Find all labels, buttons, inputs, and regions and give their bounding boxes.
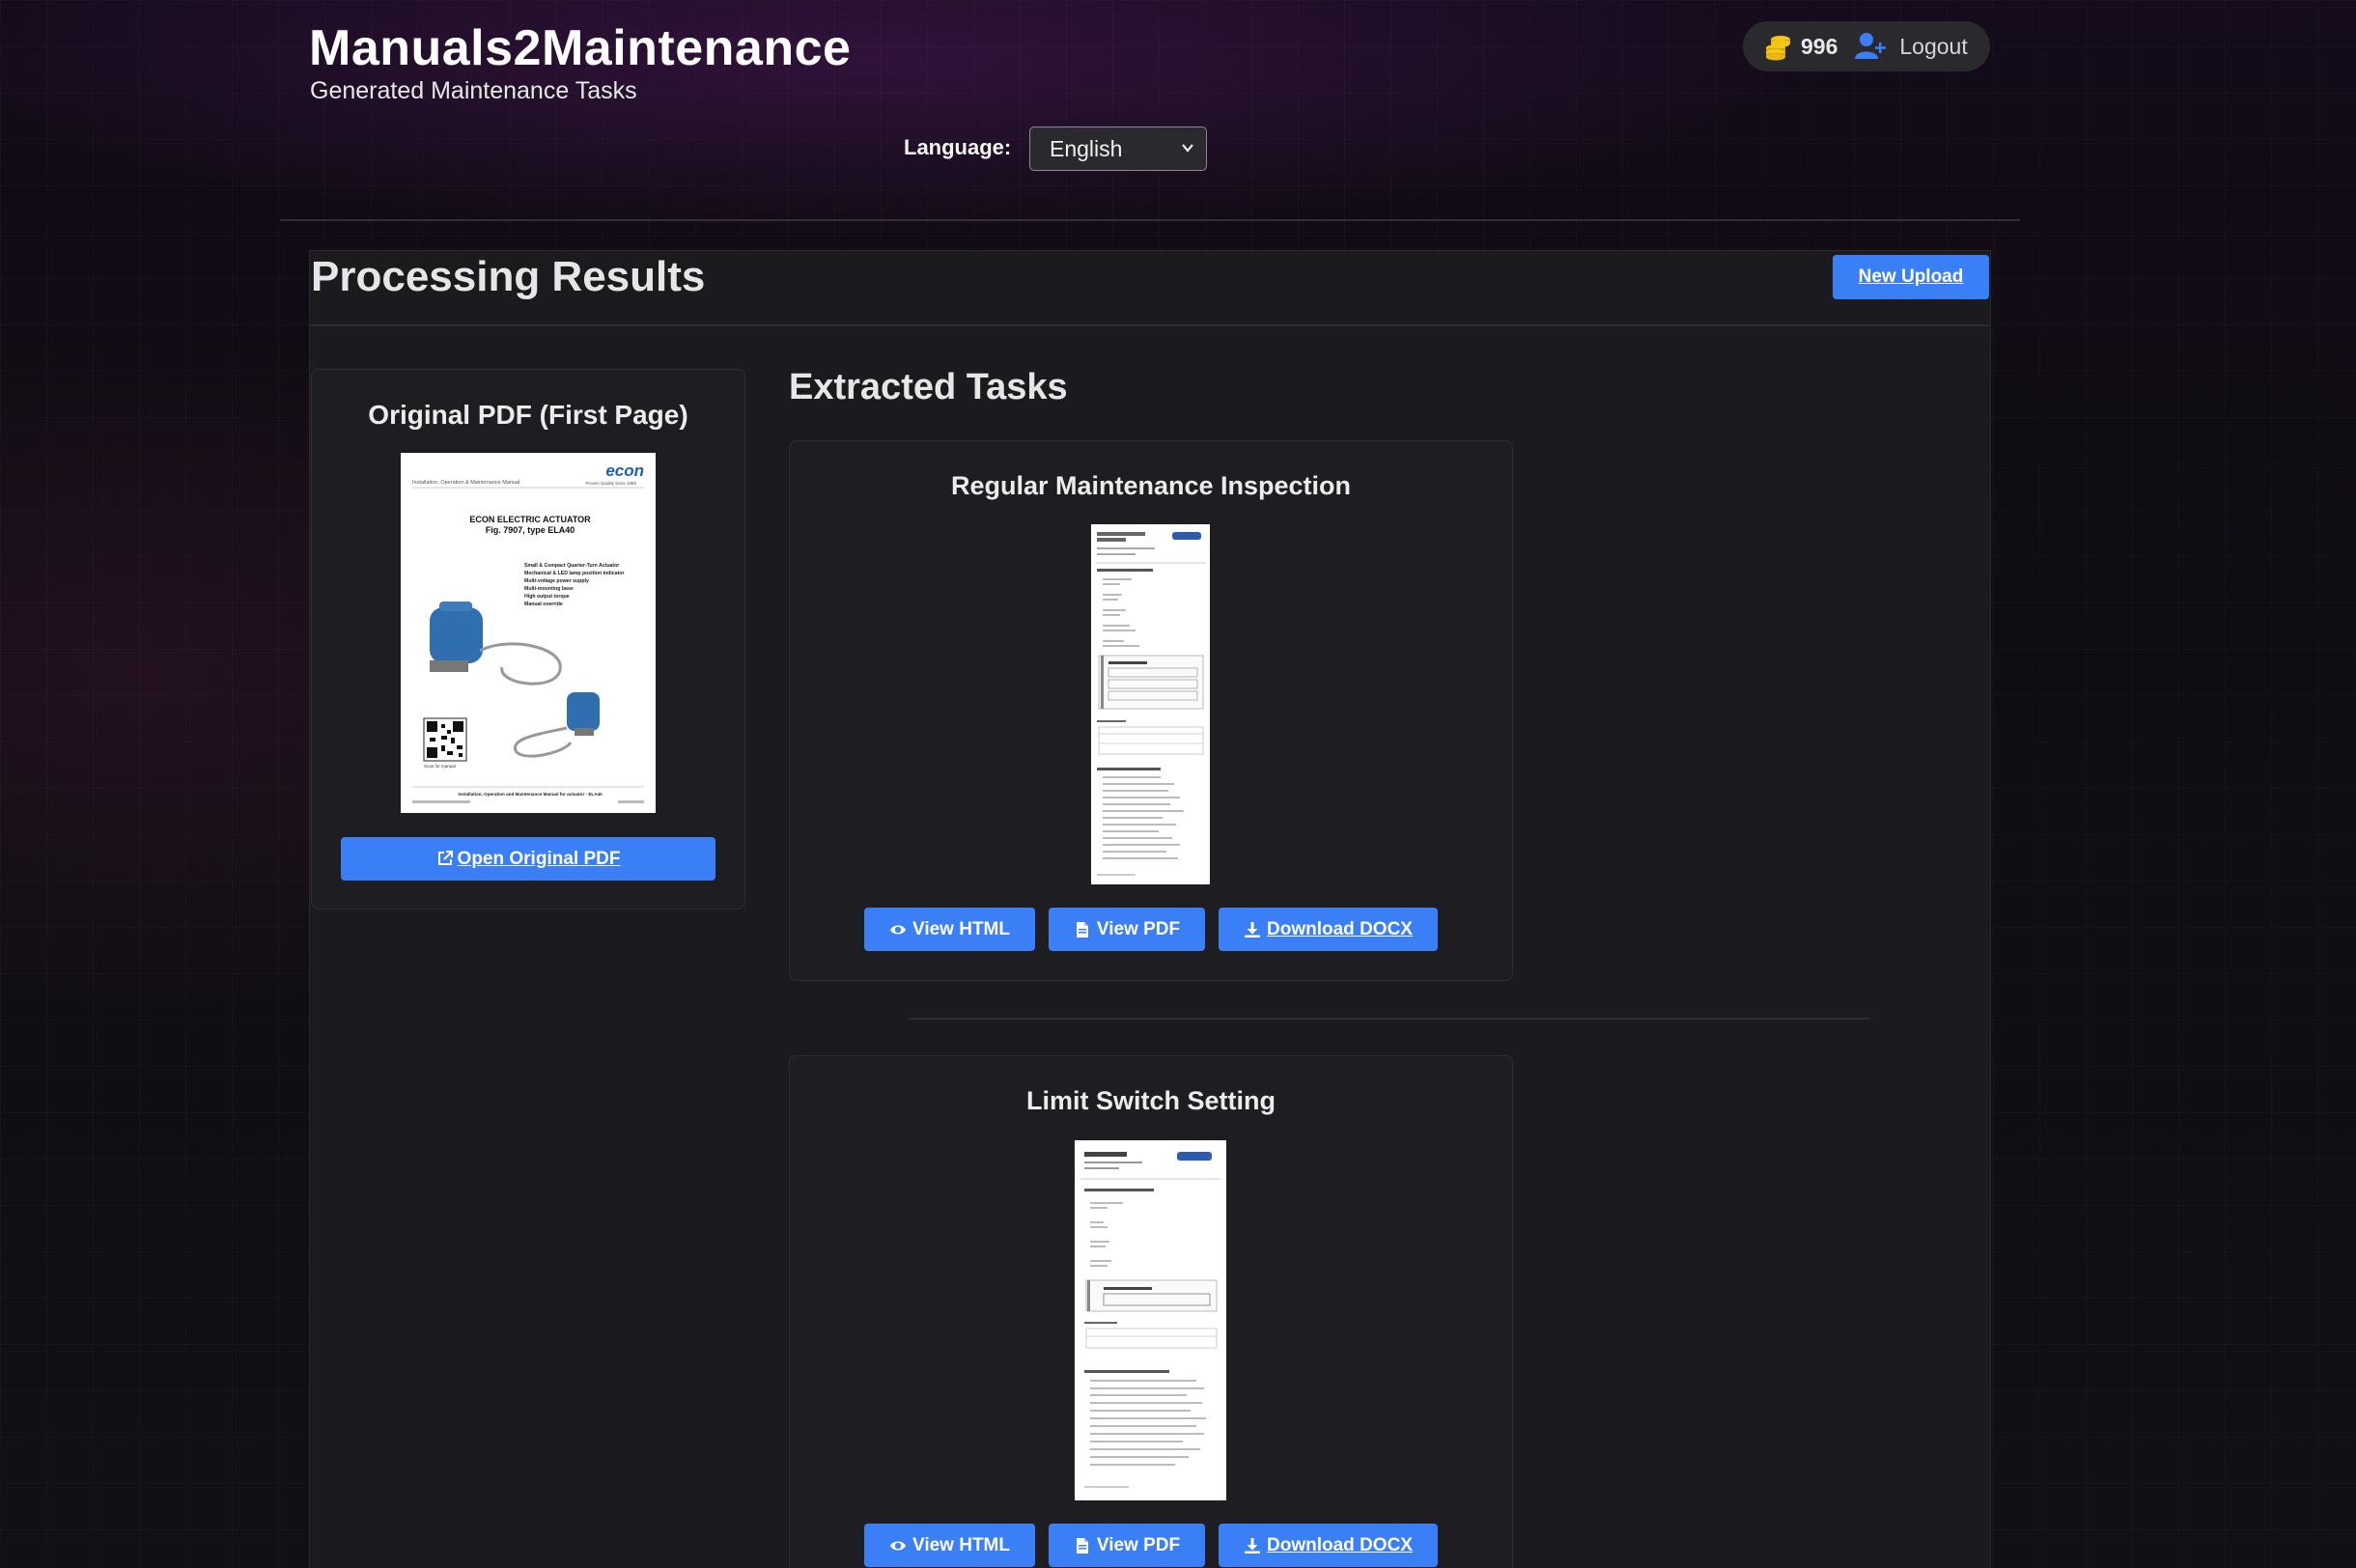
view-html-button[interactable]: View HTML (864, 1524, 1035, 1567)
thumb-qr-caption: Scan for manual (424, 764, 456, 769)
app-title: Manuals2Maintenance (309, 20, 852, 76)
language-label: Language: (904, 135, 1012, 159)
task-separator (909, 1018, 1870, 1020)
task-title: Regular Maintenance Inspection (950, 471, 1352, 500)
view-pdf-button[interactable]: View PDF (1049, 908, 1205, 951)
thumb-tagline: Proven Quality since 1985 (585, 481, 636, 486)
thumb-heading-1: ECON ELECTRIC ACTUATOR (469, 515, 591, 524)
eye-icon (890, 925, 906, 934)
results-title: Processing Results (311, 253, 706, 300)
coins-icon (1766, 36, 1790, 61)
open-original-pdf-label: Open Original PDF (457, 849, 621, 869)
download-icon (1245, 921, 1261, 938)
thumb-doc-type: Installation, Operation & Maintenance Ma… (412, 480, 519, 486)
language-select[interactable]: English (1029, 126, 1207, 171)
view-html-label: View HTML (912, 1535, 1010, 1555)
extracted-tasks-title: Extracted Tasks (789, 367, 1068, 407)
thumb-feature: High output torque (524, 594, 570, 600)
view-html-label: View HTML (912, 919, 1010, 939)
view-pdf-label: View PDF (1096, 919, 1181, 939)
qr-code (423, 717, 467, 762)
logout-link[interactable]: Logout (1899, 34, 1967, 60)
chevron-down-icon (1182, 144, 1193, 153)
header-divider (280, 219, 2020, 221)
panel-divider (310, 324, 1990, 326)
file-pdf-icon (1076, 921, 1088, 938)
download-docx-label: Download DOCX (1267, 919, 1413, 939)
thumb-heading-2: Fig. 7907, type ELA40 (486, 525, 575, 535)
eye-icon (890, 1541, 906, 1550)
open-original-pdf-button[interactable]: Open Original PDF (341, 837, 715, 881)
thumb-feature: Mechanical & LED lamp position indicator (524, 571, 624, 576)
original-pdf-title: Original PDF (First Page) (368, 400, 688, 430)
econ-logo: econ (605, 462, 644, 480)
download-docx-label: Download DOCX (1267, 1535, 1413, 1555)
external-link-icon (437, 851, 453, 865)
task-title: Limit Switch Setting (1025, 1086, 1276, 1115)
thumb-feature: Manual override (524, 602, 563, 607)
thumb-feature: Multi-voltage power supply (524, 578, 589, 584)
user-account-pill: 996 Logout (1743, 21, 1990, 71)
language-select-value: English (1050, 136, 1123, 161)
task-thumbnail[interactable] (1075, 1140, 1226, 1500)
original-pdf-thumbnail[interactable]: Installation, Operation & Maintenance Ma… (401, 453, 656, 813)
thumb-feature: Small & Compact Quarter-Turn Actuator (524, 563, 619, 569)
view-pdf-label: View PDF (1096, 1535, 1181, 1555)
thumb-feature: Multi-mounting base (524, 586, 574, 592)
file-pdf-icon (1076, 1537, 1088, 1554)
thumb-footer: Installation, Operation and Maintenance … (458, 792, 603, 797)
task-thumbnail[interactable] (1091, 524, 1210, 884)
view-html-button[interactable]: View HTML (864, 908, 1035, 951)
new-upload-button[interactable]: New Upload (1833, 255, 1989, 299)
download-docx-button[interactable]: Download DOCX (1219, 1524, 1438, 1567)
coin-balance: 996 (1801, 33, 1838, 59)
user-icon (1855, 33, 1887, 59)
app-subtitle: Generated Maintenance Tasks (310, 77, 637, 104)
download-docx-button[interactable]: Download DOCX (1219, 908, 1438, 951)
download-icon (1245, 1537, 1261, 1554)
view-pdf-button[interactable]: View PDF (1049, 1524, 1205, 1567)
